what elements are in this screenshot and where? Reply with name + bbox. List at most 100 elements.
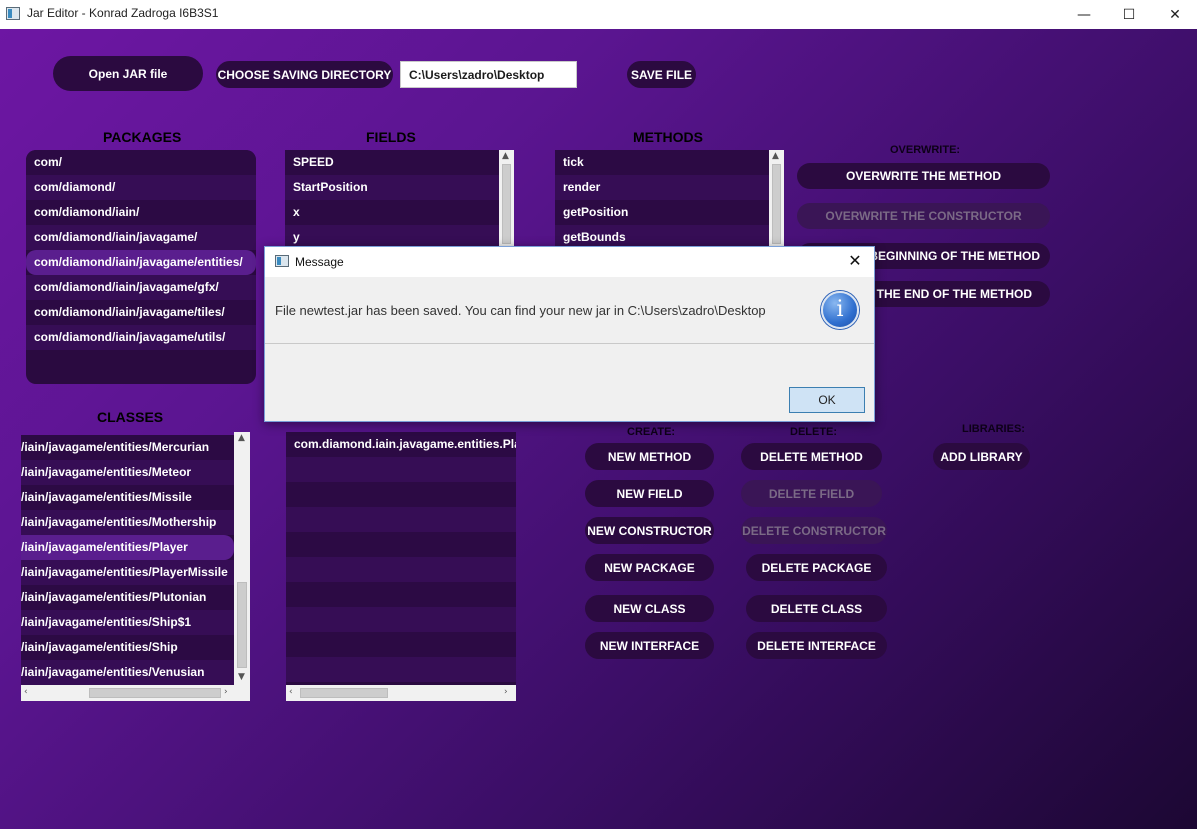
app-icon — [6, 7, 20, 20]
list-item[interactable]: com/diamond/iain/ — [26, 200, 256, 225]
dialog-separator — [265, 343, 874, 344]
list-item[interactable]: com.diamond.iain.javagame.entities.Playe… — [286, 432, 516, 457]
list-item[interactable]: /iain/javagame/entities/Mercurian — [21, 435, 234, 460]
list-item[interactable] — [286, 482, 516, 507]
scroll-thumb[interactable] — [89, 688, 221, 698]
dialog-message: File newtest.jar has been saved. You can… — [275, 303, 766, 318]
list-item[interactable] — [286, 632, 516, 657]
list-item[interactable]: com/diamond/iain/javagame/tiles/ — [26, 300, 256, 325]
list-item[interactable]: render — [555, 175, 769, 200]
list-item[interactable] — [286, 607, 516, 632]
delete-field-button[interactable]: DELETE FIELD — [741, 480, 882, 507]
list-item[interactable]: com/diamond/iain/javagame/utils/ — [26, 325, 256, 350]
list-item[interactable] — [286, 457, 516, 482]
list-item[interactable]: com/diamond/ — [26, 175, 256, 200]
list-item[interactable]: StartPosition — [285, 175, 499, 200]
delete-method-button[interactable]: DELETE METHOD — [741, 443, 882, 470]
list-item[interactable]: /iain/javagame/entities/Venusian — [21, 660, 234, 685]
packages-list[interactable]: com/ com/diamond/ com/diamond/iain/ com/… — [26, 150, 256, 384]
libraries-heading: LIBRARIES: — [962, 423, 1025, 435]
scroll-left-icon[interactable]: ‹ — [289, 687, 293, 697]
scroll-up-icon[interactable]: ▲ — [238, 433, 245, 443]
list-item[interactable]: com/ — [26, 150, 256, 175]
delete-interface-button[interactable]: DELETE INTERFACE — [746, 632, 887, 659]
list-item[interactable] — [286, 507, 516, 532]
minimize-button[interactable]: — — [1061, 0, 1107, 29]
window-border — [1197, 29, 1201, 829]
scroll-up-icon[interactable]: ▲ — [502, 151, 509, 161]
delete-heading: DELETE: — [790, 426, 838, 438]
list-item[interactable]: /iain/javagame/entities/Mothership — [21, 510, 234, 535]
list-item-selected[interactable]: com/diamond/iain/javagame/entities/ — [26, 250, 256, 275]
scroll-thumb[interactable] — [237, 582, 247, 668]
scroll-thumb[interactable] — [772, 164, 781, 244]
methods-scrollbar[interactable]: ▲ — [769, 150, 784, 246]
overwrite-heading: OVERWRITE: — [890, 144, 961, 156]
list-item[interactable]: y — [285, 225, 499, 246]
delete-package-button[interactable]: DELETE PACKAGE — [746, 554, 887, 581]
window-title-bar: Jar Editor - Konrad Zadroga I6B3S1 — ☐ ✕ — [0, 0, 1201, 29]
scroll-up-icon[interactable]: ▲ — [772, 151, 779, 161]
delete-constructor-button[interactable]: DELETE CONSTRUCTOR — [741, 517, 887, 544]
info-icon: i — [821, 291, 859, 329]
list-item[interactable]: /iain/javagame/entities/Ship$1 — [21, 610, 234, 635]
packages-heading: PACKAGES — [103, 129, 182, 145]
overwrite-method-button[interactable]: OVERWRITE THE METHOD — [797, 163, 1050, 189]
class-detail-list[interactable]: com.diamond.iain.javagame.entities.Playe… — [286, 432, 516, 685]
ok-button[interactable]: OK — [789, 387, 865, 413]
list-item[interactable]: /iain/javagame/entities/PlayerMissile — [21, 560, 234, 585]
scroll-down-icon[interactable]: ▼ — [238, 672, 245, 682]
scroll-right-icon[interactable]: › — [224, 687, 228, 697]
list-item[interactable]: SPEED — [285, 150, 499, 175]
list-item[interactable]: getPosition — [555, 200, 769, 225]
overwrite-constructor-button[interactable]: OVERWRITE THE CONSTRUCTOR — [797, 203, 1050, 229]
choose-saving-directory-button[interactable]: CHOOSE SAVING DIRECTORY — [216, 61, 393, 88]
list-item[interactable]: /iain/javagame/entities/Plutonian — [21, 585, 234, 610]
classes-vertical-scrollbar[interactable]: ▲ ▼ — [234, 432, 250, 685]
list-item[interactable] — [286, 557, 516, 582]
new-method-button[interactable]: NEW METHOD — [585, 443, 714, 470]
list-item[interactable]: /iain/javagame/entities/Missile — [21, 485, 234, 510]
list-item[interactable]: /iain/javagame/entities/Ship — [21, 635, 234, 660]
scroll-thumb[interactable] — [502, 164, 511, 244]
delete-class-button[interactable]: DELETE CLASS — [746, 595, 887, 622]
list-item-selected[interactable]: /iain/javagame/entities/Player — [21, 535, 234, 560]
add-library-button[interactable]: ADD LIBRARY — [933, 443, 1030, 470]
list-item[interactable]: com/diamond/iain/javagame/gfx/ — [26, 275, 256, 300]
methods-list[interactable]: tick render getPosition getBounds — [555, 150, 769, 246]
fields-scrollbar[interactable]: ▲ — [499, 150, 514, 246]
dialog-title: Message — [295, 255, 344, 269]
new-field-button[interactable]: NEW FIELD — [585, 480, 714, 507]
dialog-close-icon[interactable]: ✕ — [844, 250, 866, 272]
create-heading: CREATE: — [627, 426, 676, 438]
list-item[interactable] — [286, 657, 516, 682]
saving-directory-field[interactable]: C:\Users\zadro\Desktop — [400, 61, 577, 88]
open-jar-button[interactable]: Open JAR file — [53, 56, 203, 91]
save-file-button[interactable]: SAVE FILE — [627, 61, 696, 88]
fields-heading: FIELDS — [366, 129, 416, 145]
scroll-thumb[interactable] — [300, 688, 388, 698]
scroll-left-icon[interactable]: ‹ — [24, 687, 28, 697]
window-title: Jar Editor - Konrad Zadroga I6B3S1 — [27, 6, 219, 20]
list-item[interactable]: tick — [555, 150, 769, 175]
classes-heading: CLASSES — [97, 409, 164, 425]
list-item[interactable] — [286, 532, 516, 557]
maximize-button[interactable]: ☐ — [1106, 0, 1152, 29]
methods-heading: METHODS — [633, 129, 703, 145]
list-item[interactable]: /iain/javagame/entities/Meteor — [21, 460, 234, 485]
list-item[interactable] — [286, 582, 516, 607]
list-item[interactable]: x — [285, 200, 499, 225]
list-item[interactable]: com/diamond/iain/javagame/ — [26, 225, 256, 250]
close-window-button[interactable]: ✕ — [1152, 0, 1198, 29]
new-interface-button[interactable]: NEW INTERFACE — [585, 632, 714, 659]
new-constructor-button[interactable]: NEW CONSTRUCTOR — [585, 517, 714, 544]
new-class-button[interactable]: NEW CLASS — [585, 595, 714, 622]
classes-list[interactable]: /iain/javagame/entities/Mercurian /iain/… — [21, 435, 234, 685]
list-item[interactable]: getBounds — [555, 225, 769, 246]
class-detail-horizontal-scrollbar[interactable]: ‹ › — [286, 685, 516, 701]
dialog-title-bar: Message ✕ — [265, 247, 874, 277]
scroll-right-icon[interactable]: › — [504, 687, 508, 697]
new-package-button[interactable]: NEW PACKAGE — [585, 554, 714, 581]
fields-list[interactable]: SPEED StartPosition x y — [285, 150, 499, 246]
classes-horizontal-scrollbar[interactable]: ‹ › — [21, 685, 250, 701]
